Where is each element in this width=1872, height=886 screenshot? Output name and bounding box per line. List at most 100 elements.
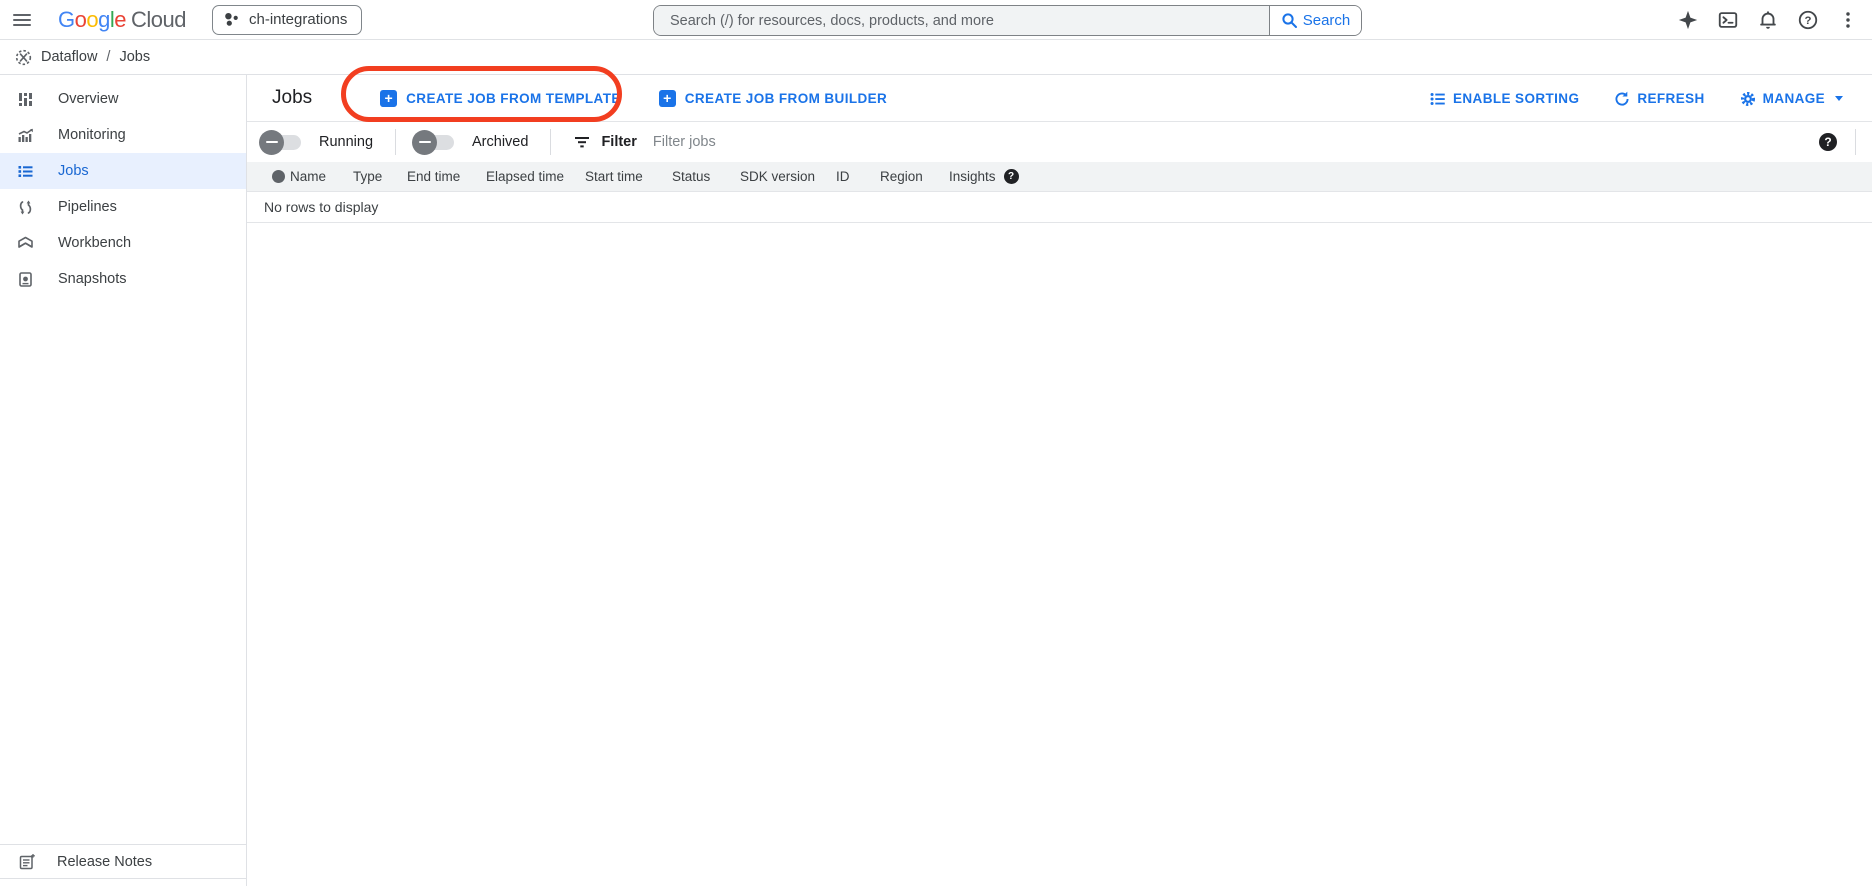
archived-toggle[interactable]: Archived [418,134,528,150]
enable-sorting-button[interactable]: ENABLE SORTING [1429,90,1579,108]
toggle-switch-icon [265,135,301,150]
divider [395,129,396,155]
logo-letter: e [114,7,126,33]
logo-letter: o [75,7,87,33]
hamburger-menu-button[interactable] [2,0,42,40]
page-toolbar: ENABLE SORTING REFRESH MANAGE [1429,75,1872,122]
search-button-label: Search [1303,12,1351,29]
google-cloud-logo[interactable]: Google Cloud [58,7,186,33]
logo-letter: G [58,7,75,33]
sidebar-item-jobs[interactable]: Jobs [0,153,246,189]
page-header: Jobs + CREATE JOB FROM TEMPLATE + CREATE… [247,75,1872,122]
toggle-label: Running [319,134,373,150]
insights-help-icon[interactable]: ? [1004,169,1019,184]
search-icon [1281,12,1298,29]
empty-message-text: No rows to display [264,199,378,215]
toggle-switch-icon [418,135,454,150]
gemini-sparkle-icon[interactable] [1668,0,1708,40]
button-label: REFRESH [1637,91,1704,106]
sidebar-nav: Overview Monitoring Jobs [0,75,247,886]
create-job-from-builder-button[interactable]: + CREATE JOB FROM BUILDER [659,90,887,107]
dataflow-product-icon [14,48,33,67]
sidebar-item-release-notes[interactable]: Release Notes [0,844,246,879]
column-header-sdk-version: SDK version [740,169,836,184]
jobs-table-header: Name Type End time Elapsed time Start ti… [247,162,1872,192]
sidebar-item-monitoring[interactable]: Monitoring [0,117,246,153]
search-input[interactable] [654,6,1269,35]
svg-text:?: ? [1805,15,1812,27]
snapshots-icon [17,271,34,288]
jobs-list-icon [17,163,34,180]
page-title: Jobs [272,87,312,109]
sidebar-item-snapshots[interactable]: Snapshots [0,261,246,297]
filter-icon [573,133,591,151]
column-header-type: Type [353,169,407,184]
create-job-from-template-button[interactable]: + CREATE JOB FROM TEMPLATE [380,90,621,107]
column-header-id: ID [836,169,880,184]
breadcrumb-product[interactable]: Dataflow [41,49,97,65]
overview-icon [17,91,34,108]
top-app-bar: Google Cloud ch-integrations Search [0,0,1872,40]
running-toggle[interactable]: Running [265,134,373,150]
project-icon [223,11,240,28]
sidebar-item-label: Snapshots [58,271,127,287]
divider [550,129,551,155]
column-header-region: Region [880,169,949,184]
sidebar-item-label: Jobs [58,163,89,179]
more-vertical-icon[interactable] [1828,0,1868,40]
column-header-name: Name [290,169,353,184]
column-header-end-time: End time [407,169,486,184]
status-indicator-icon [272,170,285,183]
table-help-icon[interactable]: ? [1819,133,1837,151]
gear-icon [1739,90,1757,108]
global-search-bar: Search [653,5,1362,36]
plus-icon: + [659,90,676,107]
sidebar-item-pipelines[interactable]: Pipelines [0,189,246,225]
breadcrumb: Dataflow / Jobs [0,40,1872,75]
workbench-icon [17,235,34,252]
chevron-down-icon [1835,96,1843,101]
release-notes-icon [18,853,36,871]
filter-label: Filter [601,134,636,150]
sidebar-item-overview[interactable]: Overview [0,81,246,117]
help-icon[interactable]: ? [1788,0,1828,40]
column-header-start-time: Start time [585,169,672,184]
breadcrumb-separator: / [106,49,110,65]
filter-button[interactable]: Filter [573,133,636,151]
logo-cloud-text: Cloud [131,7,186,33]
sidebar-item-label: Release Notes [57,854,152,870]
project-name: ch-integrations [249,11,347,28]
sidebar-item-label: Monitoring [58,127,126,143]
hamburger-icon [13,11,31,29]
sidebar-item-workbench[interactable]: Workbench [0,225,246,261]
divider [1855,129,1856,155]
filter-jobs-input[interactable] [653,134,973,150]
topbar-utility-icons: ? [1668,0,1868,40]
button-label: CREATE JOB FROM TEMPLATE [406,91,621,106]
filter-row: Running Archived Filter ? [247,122,1872,162]
logo-letter: g [98,7,110,33]
main-content: Jobs + CREATE JOB FROM TEMPLATE + CREATE… [247,75,1872,886]
button-label: CREATE JOB FROM BUILDER [685,91,887,106]
manage-button[interactable]: MANAGE [1739,90,1843,108]
column-header-elapsed-time: Elapsed time [486,169,585,184]
sidebar-item-label: Workbench [58,235,131,251]
logo-letter: o [86,7,98,33]
empty-table-message: No rows to display [247,192,1872,223]
pipelines-icon [17,199,34,216]
search-button[interactable]: Search [1269,6,1361,35]
sidebar-item-label: Pipelines [58,199,117,215]
refresh-icon [1613,90,1631,108]
button-label: MANAGE [1763,91,1825,106]
sidebar-item-label: Overview [58,91,118,107]
monitoring-icon [17,127,34,144]
toggle-label: Archived [472,134,528,150]
project-selector[interactable]: ch-integrations [212,5,362,35]
sort-list-icon [1429,90,1447,108]
plus-icon: + [380,90,397,107]
cloud-shell-icon[interactable] [1708,0,1748,40]
refresh-button[interactable]: REFRESH [1613,90,1704,108]
column-header-status: Status [672,169,740,184]
notifications-bell-icon[interactable] [1748,0,1788,40]
button-label: ENABLE SORTING [1453,91,1579,106]
